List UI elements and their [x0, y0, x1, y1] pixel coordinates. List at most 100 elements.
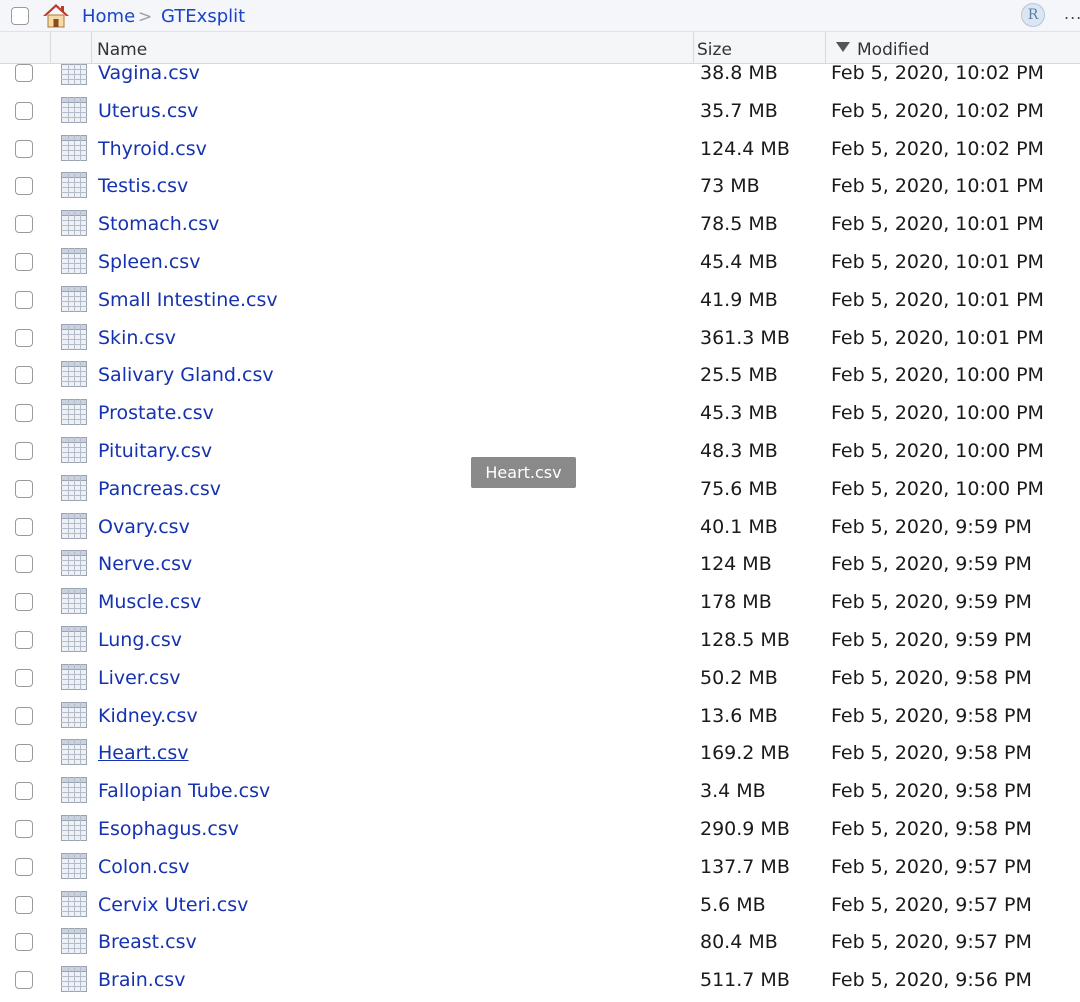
file-name-link[interactable]: Thyroid.csv — [98, 138, 207, 160]
table-row[interactable]: Stomach.csv 78.5 MB Feb 5, 2020, 10:01 PM — [0, 205, 1080, 243]
file-name-link[interactable]: Stomach.csv — [98, 213, 219, 235]
file-name-link[interactable]: Pituitary.csv — [98, 440, 212, 462]
home-icon[interactable] — [41, 2, 71, 28]
row-checkbox[interactable] — [15, 555, 33, 574]
file-size: 178 MB — [700, 591, 772, 614]
row-checkbox[interactable] — [15, 971, 33, 990]
file-name-link[interactable]: Fallopian Tube.csv — [98, 780, 270, 802]
row-checkbox[interactable] — [15, 177, 33, 196]
file-name-link[interactable]: Skin.csv — [98, 327, 176, 349]
table-row[interactable]: Small Intestine.csv 41.9 MB Feb 5, 2020, 1… — [0, 281, 1080, 319]
file-modified: Feb 5, 2020, 10:01 PM — [831, 251, 1044, 273]
file-name-link[interactable]: Prostate.csv — [98, 402, 214, 424]
file-name-link[interactable]: Testis.csv — [98, 175, 188, 197]
file-name-link[interactable]: Lung.csv — [98, 629, 182, 651]
file-name-link[interactable]: Colon.csv — [98, 856, 189, 878]
file-modified: Feb 5, 2020, 10:00 PM — [831, 440, 1044, 462]
table-row[interactable]: Cervix Uteri.csv 5.6 MB Feb 5, 2020, 9:57 … — [0, 886, 1080, 924]
column-modified-header[interactable]: Modified — [857, 40, 930, 60]
file-size: 124 MB — [700, 553, 772, 576]
row-checkbox[interactable] — [15, 895, 33, 914]
row-checkbox[interactable] — [15, 706, 33, 725]
file-name-link[interactable]: Salivary Gland.csv — [98, 364, 274, 386]
file-name-link[interactable]: Breast.csv — [98, 931, 197, 953]
table-row[interactable]: Testis.csv 73 MB Feb 5, 2020, 10:01 PM — [0, 167, 1080, 205]
select-all-checkbox[interactable] — [11, 7, 29, 25]
table-row[interactable]: Kidney.csv 13.6 MB Feb 5, 2020, 9:58 PM — [0, 697, 1080, 735]
table-row[interactable]: Uterus.csv 35.7 MB Feb 5, 2020, 10:02 PM — [0, 92, 1080, 130]
row-checkbox[interactable] — [15, 933, 33, 952]
table-row[interactable]: Ovary.csv 40.1 MB Feb 5, 2020, 9:59 PM — [0, 508, 1080, 546]
breadcrumb: Home > GTExsplit R ... — [0, 0, 1080, 32]
row-checkbox[interactable] — [15, 101, 33, 120]
file-name-link[interactable]: Brain.csv — [98, 969, 185, 991]
row-checkbox[interactable] — [15, 517, 33, 536]
table-row[interactable]: Brain.csv 511.7 MB Feb 5, 2020, 9:56 PM — [0, 961, 1080, 999]
column-size-header[interactable]: Size — [697, 40, 732, 60]
table-row[interactable]: Vagina.csv 38.8 MB Feb 5, 2020, 10:02 PM — [0, 64, 1080, 92]
breadcrumb-home[interactable]: Home — [82, 6, 135, 28]
table-row[interactable]: Breast.csv 80.4 MB Feb 5, 2020, 9:57 PM — [0, 923, 1080, 961]
row-checkbox[interactable] — [15, 404, 33, 423]
file-name-link[interactable]: Pancreas.csv — [98, 478, 221, 500]
row-checkbox[interactable] — [15, 290, 33, 309]
table-row[interactable]: Nerve.csv 124 MB Feb 5, 2020, 9:59 PM — [0, 545, 1080, 583]
file-name-link[interactable]: Uterus.csv — [98, 100, 198, 122]
row-checkbox[interactable] — [15, 593, 33, 612]
table-row[interactable]: Skin.csv 361.3 MB Feb 5, 2020, 10:01 PM — [0, 319, 1080, 357]
more-options-icon[interactable]: ... — [1064, 4, 1080, 23]
breadcrumb-gtexsplit[interactable]: GTExsplit — [161, 6, 245, 28]
spreadsheet-file-icon — [61, 210, 87, 237]
file-name-link[interactable]: Vagina.csv — [98, 64, 200, 84]
row-checkbox[interactable] — [15, 215, 33, 234]
file-modified: Feb 5, 2020, 9:56 PM — [831, 969, 1032, 992]
file-size: 73 MB — [700, 175, 760, 198]
table-row[interactable]: Lung.csv 128.5 MB Feb 5, 2020, 9:59 PM — [0, 621, 1080, 659]
table-row[interactable]: Spleen.csv 45.4 MB Feb 5, 2020, 10:01 PM — [0, 243, 1080, 281]
row-checkbox[interactable] — [15, 366, 33, 385]
triangle-down-icon[interactable] — [836, 42, 850, 52]
row-checkbox[interactable] — [15, 64, 33, 82]
row-checkbox[interactable] — [15, 668, 33, 687]
table-row[interactable]: Heart.csv 169.2 MB Feb 5, 2020, 9:58 PM — [0, 734, 1080, 772]
file-name-link[interactable]: Heart.csv — [98, 742, 189, 764]
row-checkbox[interactable] — [15, 442, 33, 460]
table-row[interactable]: Colon.csv 137.7 MB Feb 5, 2020, 9:57 PM — [0, 848, 1080, 886]
row-checkbox[interactable] — [15, 782, 33, 801]
file-size: 3.4 MB — [700, 780, 766, 803]
table-row[interactable]: Esophagus.csv 290.9 MB Feb 5, 2020, 9:58 P… — [0, 810, 1080, 848]
table-row[interactable]: Muscle.csv 178 MB Feb 5, 2020, 9:59 PM — [0, 583, 1080, 621]
table-row[interactable]: Fallopian Tube.csv 3.4 MB Feb 5, 2020, 9:5… — [0, 772, 1080, 810]
file-size: 78.5 MB — [700, 213, 778, 236]
file-modified: Feb 5, 2020, 10:01 PM — [831, 288, 1044, 311]
row-checkbox[interactable] — [15, 139, 33, 158]
r-project-icon[interactable]: R — [1021, 3, 1045, 27]
spreadsheet-file-icon — [61, 701, 87, 728]
table-row[interactable]: Prostate.csv 45.3 MB Feb 5, 2020, 10:00 PM — [0, 394, 1080, 432]
file-name-link[interactable]: Nerve.csv — [98, 553, 192, 575]
table-row[interactable]: Thyroid.csv 124.4 MB Feb 5, 2020, 10:02 PM — [0, 130, 1080, 168]
table-row[interactable]: Liver.csv 50.2 MB Feb 5, 2020, 9:58 PM — [0, 659, 1080, 697]
column-name-header[interactable]: Name — [97, 40, 147, 60]
column-header: Name Size Modified — [0, 32, 1080, 64]
file-name-link[interactable]: Liver.csv — [98, 667, 181, 689]
file-size: 38.8 MB — [700, 64, 778, 84]
row-checkbox[interactable] — [15, 744, 33, 763]
row-checkbox[interactable] — [15, 253, 33, 271]
file-name-link[interactable]: Ovary.csv — [98, 516, 190, 538]
file-name-link[interactable]: Small Intestine.csv — [98, 289, 278, 311]
row-checkbox[interactable] — [15, 631, 33, 649]
file-name-link[interactable]: Spleen.csv — [98, 251, 200, 273]
row-checkbox[interactable] — [15, 820, 33, 838]
file-name-link[interactable]: Esophagus.csv — [98, 818, 239, 840]
file-size: 5.6 MB — [700, 893, 766, 916]
row-checkbox[interactable] — [15, 479, 33, 498]
row-checkbox[interactable] — [15, 857, 33, 876]
row-checkbox[interactable] — [15, 328, 33, 347]
file-size: 13.6 MB — [700, 704, 778, 727]
file-name-link[interactable]: Muscle.csv — [98, 591, 201, 613]
file-name-link[interactable]: Kidney.csv — [98, 705, 198, 727]
file-name-link[interactable]: Cervix Uteri.csv — [98, 894, 248, 916]
spreadsheet-file-icon — [61, 361, 87, 388]
table-row[interactable]: Salivary Gland.csv 25.5 MB Feb 5, 2020, 10… — [0, 356, 1080, 394]
